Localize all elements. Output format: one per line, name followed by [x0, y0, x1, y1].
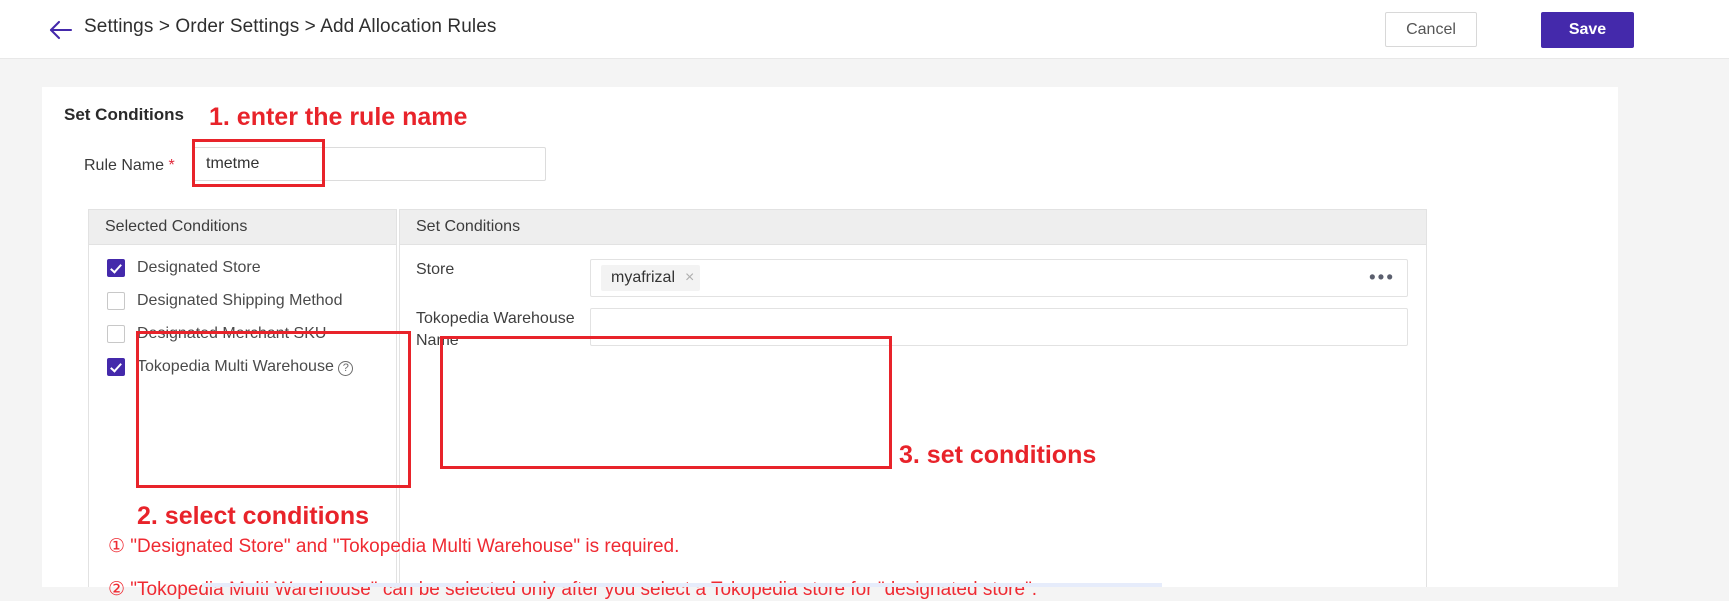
- condition-row-tokopedia-warehouse-name: Tokopedia Warehouse Name: [400, 297, 1426, 352]
- store-field[interactable]: myafrizal × •••: [590, 259, 1408, 297]
- bottom-partial-element: [202, 583, 1162, 587]
- annotation-step-3: 3. set conditions: [899, 441, 1097, 469]
- save-button[interactable]: Save: [1541, 12, 1634, 48]
- condition-checkbox-list: Designated Store Designated Shipping Met…: [89, 245, 396, 376]
- checkbox-label: Tokopedia Multi Warehouse: [137, 358, 334, 375]
- condition-label-tokopedia-warehouse-name: Tokopedia Warehouse Name: [416, 310, 575, 349]
- condition-row-store: Store myafrizal × •••: [400, 245, 1426, 297]
- selected-conditions-header: Selected Conditions: [89, 210, 396, 245]
- set-conditions-panel: Set Conditions Store myafrizal × ••• Tok…: [399, 209, 1427, 587]
- set-conditions-body: Store myafrizal × ••• Tokopedia Warehous…: [400, 245, 1426, 352]
- checkbox-designated-merchant-sku[interactable]: [107, 325, 125, 343]
- more-options-icon[interactable]: •••: [1369, 268, 1395, 288]
- page-title: Set Conditions: [64, 105, 184, 124]
- checkbox-tokopedia-multi-warehouse[interactable]: [107, 358, 125, 376]
- tokopedia-warehouse-name-field[interactable]: [590, 308, 1408, 346]
- store-chip: myafrizal ×: [601, 265, 701, 291]
- checkbox-label: Designated Merchant SKU: [137, 325, 327, 342]
- checkbox-label-wrapper: Tokopedia Multi Warehouse ?: [125, 357, 354, 376]
- annotation-step-1: 1. enter the rule name: [209, 103, 468, 131]
- checkbox-row-designated-store[interactable]: Designated Store: [107, 258, 396, 277]
- help-circle-icon[interactable]: ?: [338, 361, 354, 376]
- main-card: Set Conditions 1. enter the rule name Ru…: [42, 87, 1618, 600]
- checkbox-row-designated-shipping-method[interactable]: Designated Shipping Method: [107, 291, 396, 310]
- top-bar: Settings > Order Settings > Add Allocati…: [0, 0, 1729, 59]
- set-conditions-header: Set Conditions: [400, 210, 1426, 245]
- annotation-note-1: ① "Designated Store" and "Tokopedia Mult…: [108, 536, 680, 557]
- rule-name-input[interactable]: [193, 147, 546, 181]
- required-marker: *: [168, 157, 175, 174]
- checkbox-label: Designated Store: [137, 259, 261, 276]
- close-icon[interactable]: ×: [685, 270, 694, 286]
- checkbox-row-designated-merchant-sku[interactable]: Designated Merchant SKU: [107, 324, 396, 343]
- cancel-button[interactable]: Cancel: [1385, 12, 1477, 47]
- condition-label-store: Store: [416, 261, 455, 278]
- arrow-left-icon[interactable]: [48, 18, 74, 42]
- checkbox-designated-store[interactable]: [107, 259, 125, 277]
- rule-name-label: Rule Name *: [84, 157, 175, 175]
- breadcrumb[interactable]: Settings > Order Settings > Add Allocati…: [84, 16, 496, 38]
- annotation-step-2: 2. select conditions: [137, 502, 370, 530]
- rule-name-label-text: Rule Name: [84, 157, 165, 174]
- checkbox-label: Designated Shipping Method: [137, 292, 343, 309]
- checkbox-designated-shipping-method[interactable]: [107, 292, 125, 310]
- checkbox-row-tokopedia-multi-warehouse[interactable]: Tokopedia Multi Warehouse ?: [107, 357, 396, 376]
- annotation-note-2: ② "Tokopedia Multi Warehouse" can be sel…: [108, 579, 1038, 600]
- store-chip-label: myafrizal: [611, 269, 676, 286]
